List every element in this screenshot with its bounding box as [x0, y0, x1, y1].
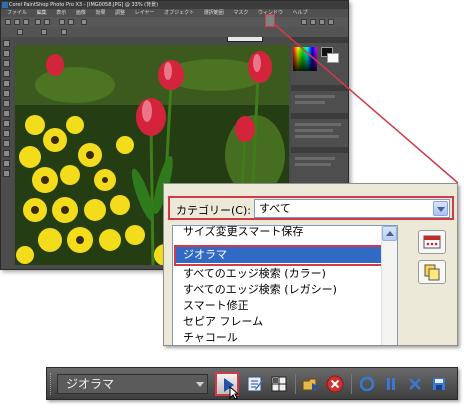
list-item[interactable]: サイズ変更スマート保存 — [183, 224, 303, 240]
app-logo-icon — [2, 2, 8, 8]
pen-tool-icon[interactable] — [3, 170, 10, 177]
history-panel-header — [291, 85, 348, 91]
run-button-highlight-small — [265, 14, 275, 27]
stop-icon[interactable] — [325, 374, 345, 394]
redo-icon[interactable] — [44, 19, 50, 25]
menu-layers[interactable]: レイヤー — [135, 10, 155, 16]
app-title: Corel PaintShop Photo Pro X3 - [IMG0058.… — [9, 2, 159, 8]
undo-icon[interactable] — [35, 19, 41, 25]
panel-row — [295, 95, 335, 98]
panel-row — [295, 163, 331, 166]
crop-icon[interactable] — [59, 19, 65, 25]
list-item[interactable]: すべてのエッジ検索 (カラー) — [183, 266, 326, 282]
text-tool-icon[interactable] — [3, 150, 10, 157]
list-item[interactable]: チャコール — [183, 330, 238, 345]
save-small-icon[interactable] — [328, 19, 334, 25]
menu-objects[interactable]: オブジェクト — [164, 10, 194, 16]
materials-panel-header — [291, 37, 348, 43]
standard-toolbar — [1, 17, 348, 42]
stop-small-icon[interactable] — [319, 19, 325, 25]
eraser-tool-icon[interactable] — [3, 130, 10, 137]
script-list[interactable]: サイズ変更スマート保存 ジオラマ すべてのエッジ検索 (カラー) すべてのエッジ… — [172, 224, 398, 345]
menu-effects[interactable]: 効果 — [95, 10, 105, 16]
panel-row — [295, 157, 335, 160]
fill-tool-icon[interactable] — [3, 140, 10, 147]
background-color[interactable] — [327, 53, 339, 63]
tool-options-bar — [1, 27, 348, 37]
selection-highlight — [174, 245, 387, 266]
straighten-tool-icon[interactable] — [3, 90, 10, 97]
pause-icon[interactable] — [381, 374, 401, 394]
save-icon[interactable] — [23, 19, 29, 25]
selection-tool-icon[interactable] — [3, 60, 10, 67]
red-eye-tool-icon[interactable] — [3, 100, 10, 107]
menu-edit[interactable]: 編集 — [37, 10, 47, 16]
panel-row — [295, 123, 341, 126]
menu-selections[interactable]: 選択範囲 — [204, 10, 224, 16]
menu-help[interactable]: ヘルプ — [293, 10, 308, 16]
panel-row — [295, 135, 339, 138]
list-item[interactable]: スマート修正 — [183, 298, 249, 314]
menu-bar: ファイル 編集 表示 画像 効果 調整 レイヤー オブジェクト 選択範囲 マスク… — [1, 9, 348, 17]
save-icon[interactable] — [429, 374, 449, 394]
script-info-icon — [423, 235, 441, 249]
edit-script-icon[interactable] — [245, 374, 265, 394]
script-select[interactable]: ジオラマ — [57, 374, 208, 394]
list-scrollbar[interactable] — [381, 226, 397, 345]
paint-tool-icon[interactable] — [3, 120, 10, 127]
copy-icon — [424, 264, 440, 281]
pause-small-icon[interactable] — [310, 19, 316, 25]
zoom-icon[interactable] — [81, 19, 87, 25]
option-icon[interactable] — [61, 29, 67, 35]
shape-tool-icon[interactable] — [3, 160, 10, 167]
record-icon[interactable] — [357, 374, 377, 394]
panel-row — [295, 129, 333, 132]
toolbar-grip[interactable] — [50, 373, 53, 395]
color-swatch[interactable] — [293, 47, 317, 71]
rotate-icon[interactable] — [68, 19, 74, 25]
list-item[interactable]: セピア フレーム — [183, 314, 263, 330]
script-select-dialog: カテゴリー(C): すべて サイズ変更スマート保存 ジオラマ すべてのエッジ検索… — [163, 183, 458, 346]
info-panel-header — [291, 147, 348, 153]
chevron-down-icon[interactable] — [196, 382, 204, 387]
toolbar-separator — [295, 374, 296, 394]
open-run-icon[interactable] — [301, 374, 321, 394]
menu-adjust[interactable]: 調整 — [115, 10, 125, 16]
menu-file[interactable]: ファイル — [7, 10, 27, 16]
layers-panel-header — [291, 113, 348, 119]
pick-tool-icon[interactable] — [3, 50, 10, 57]
app-title-bar: Corel PaintShop Photo Pro X3 - [IMG0058.… — [1, 1, 348, 9]
new-icon[interactable] — [5, 19, 11, 25]
mouse-cursor-icon — [229, 386, 239, 400]
panel-row — [295, 101, 325, 104]
tools-toolbar — [1, 37, 13, 269]
category-highlight — [168, 196, 454, 220]
menu-image[interactable]: 画像 — [76, 10, 86, 16]
clone-tool-icon[interactable] — [3, 110, 10, 117]
copy-script-button[interactable] — [418, 260, 446, 284]
option-icon[interactable] — [41, 29, 47, 35]
script-select-value: ジオラマ — [66, 377, 115, 391]
script-toolbar: ジオラマ — [46, 367, 458, 400]
menu-view[interactable]: 表示 — [56, 10, 66, 16]
toolbar-separator — [351, 374, 352, 394]
record-small-icon[interactable] — [301, 19, 307, 25]
list-item[interactable]: すべてのエッジ検索 (レガシー) — [183, 282, 337, 298]
grid-icon[interactable] — [269, 374, 289, 394]
pan-tool-icon[interactable] — [3, 40, 10, 47]
scroll-up-icon[interactable] — [382, 226, 397, 241]
menu-mask[interactable]: マスク — [233, 10, 248, 16]
open-icon[interactable] — [14, 19, 20, 25]
dropper-tool-icon[interactable] — [3, 70, 10, 77]
preset-icon[interactable] — [17, 29, 23, 35]
cancel-icon[interactable] — [405, 374, 425, 394]
crop-tool-icon[interactable] — [3, 80, 10, 87]
script-info-button[interactable] — [418, 230, 446, 254]
